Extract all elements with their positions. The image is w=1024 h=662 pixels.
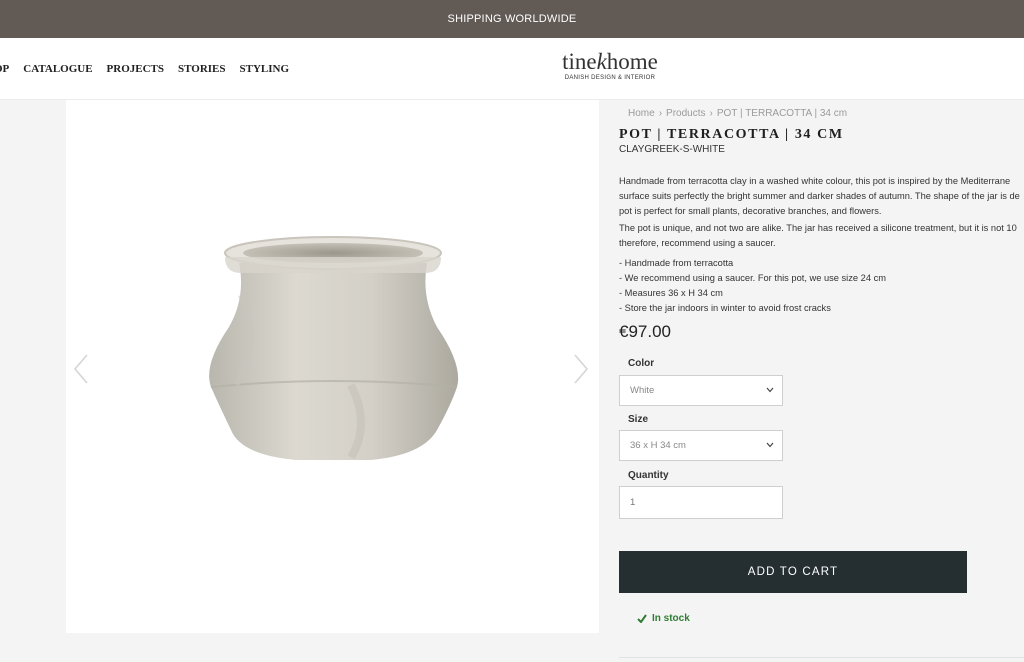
- feature-item: - Store the jar indoors in winter to avo…: [619, 303, 831, 313]
- size-select-value: 36 x H 34 cm: [630, 440, 686, 451]
- feature-item: - We recommend using a saucer. For this …: [619, 273, 886, 283]
- product-image: [209, 236, 459, 460]
- description-line: Handmade from terracotta clay in a washe…: [619, 176, 1011, 186]
- nav-item-catalogue[interactable]: CATALOGUE: [23, 63, 92, 75]
- feature-list: - Handmade from terracotta - We recommen…: [619, 256, 1024, 316]
- quantity-input[interactable]: 1: [619, 486, 783, 519]
- product-info: Home › Products › POT | TERRACOTTA | 34 cm P…: [619, 100, 1024, 662]
- logo-tagline: DANISH DESIGN & INTERIOR: [564, 75, 656, 81]
- gallery-next-button[interactable]: [572, 352, 590, 386]
- breadcrumb-separator-icon: ›: [658, 108, 663, 119]
- color-select[interactable]: White: [619, 375, 783, 406]
- stock-status: In stock: [637, 613, 690, 624]
- product-price: €97.00: [619, 322, 671, 341]
- product-title: POT | TERRACOTTA | 34 CM: [619, 127, 844, 142]
- nav-item-stories[interactable]: STORIES: [178, 63, 226, 75]
- size-select[interactable]: 36 x H 34 cm: [619, 430, 783, 461]
- add-to-cart-label: ADD TO CART: [747, 566, 839, 578]
- add-to-cart-button[interactable]: ADD TO CART: [619, 551, 967, 593]
- product-sku: CLAYGREEK-S-WHITE: [619, 144, 725, 155]
- description-line: pot is perfect for small plants, decorat…: [619, 206, 882, 216]
- breadcrumb-home[interactable]: Home: [628, 108, 655, 119]
- main-nav: OP CATALOGUE PROJECTS STORIES STYLING: [0, 63, 289, 75]
- quantity-value: 1: [630, 497, 636, 508]
- chevron-left-icon: [73, 354, 88, 384]
- site-logo[interactable]: tinekhome DANISH DESIGN & INTERIOR: [540, 49, 680, 82]
- breadcrumb: Home › Products › POT | TERRACOTTA | 34 cm: [628, 108, 847, 119]
- nav-item-styling[interactable]: STYLING: [240, 63, 290, 75]
- divider: [619, 657, 1024, 658]
- product-description: Handmade from terracotta clay in a washe…: [619, 174, 1024, 316]
- announcement-text: SHIPPING WORLDWIDE: [447, 13, 577, 25]
- stock-label: In stock: [652, 613, 690, 624]
- product-gallery: [66, 100, 599, 633]
- nav-item-shop[interactable]: OP: [0, 63, 9, 75]
- description-line: therefore, recommend using a saucer.: [619, 238, 776, 248]
- site-header: OP CATALOGUE PROJECTS STORIES STYLING ti…: [0, 38, 1024, 100]
- chevron-down-icon: [766, 387, 774, 393]
- feature-item: - Measures 36 x H 34 cm: [619, 288, 723, 298]
- announcement-bar: SHIPPING WORLDWIDE: [0, 0, 1024, 38]
- quantity-label: Quantity: [628, 470, 669, 481]
- nav-item-projects[interactable]: PROJECTS: [107, 63, 164, 75]
- gallery-prev-button[interactable]: [72, 352, 90, 386]
- feature-item: - Handmade from terracotta: [619, 258, 734, 268]
- size-label: Size: [628, 414, 649, 425]
- breadcrumb-products[interactable]: Products: [666, 108, 705, 119]
- chevron-right-icon: [574, 354, 589, 384]
- breadcrumb-current: POT | TERRACOTTA | 34 cm: [716, 108, 848, 119]
- description-line: The pot is unique, and not two are alike…: [619, 223, 1017, 233]
- color-select-value: White: [630, 385, 655, 396]
- breadcrumb-separator-icon: ›: [709, 108, 713, 119]
- checkmark-icon: [637, 614, 647, 623]
- chevron-down-icon: [766, 442, 774, 448]
- logo-wordmark: tinekhome: [562, 49, 658, 74]
- description-line: surface suits perfectly the bright summe…: [619, 191, 1020, 201]
- color-label: Color: [628, 358, 655, 369]
